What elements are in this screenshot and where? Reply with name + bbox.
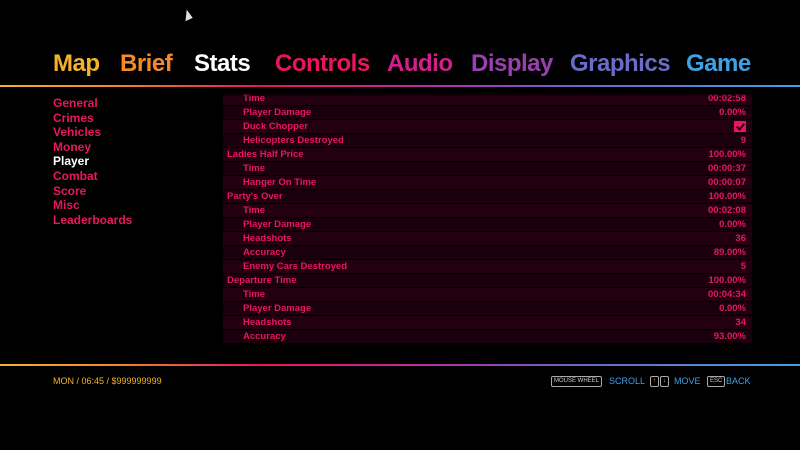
top-divider <box>0 85 800 87</box>
stat-row[interactable]: Headshots 34 <box>223 316 752 329</box>
stat-row[interactable]: Time 00:00:37 <box>223 162 752 175</box>
arrow-down-key: ↓ <box>660 376 669 387</box>
stat-label: Ladies Half Price <box>227 149 304 160</box>
sidebar-item-money[interactable]: Money <box>53 140 132 155</box>
tab-display[interactable]: Display <box>471 50 553 78</box>
mission-row[interactable]: Departure Time 100.00% <box>223 274 752 287</box>
stat-row[interactable]: Headshots 36 <box>223 232 752 245</box>
tab-audio[interactable]: Audio <box>387 50 453 78</box>
menu-tabs: Map Brief Stats Controls Audio Display Graphic… <box>0 50 800 84</box>
mouse-cursor-icon <box>181 8 193 22</box>
stat-label: Player Damage <box>243 219 312 230</box>
stat-row[interactable]: Player Damage 0.00% <box>223 218 752 231</box>
stat-label: Accuracy <box>243 331 286 342</box>
stat-row[interactable]: Player Damage 0.00% <box>223 106 752 119</box>
mouse-wheel-key: MOUSE WHEEL <box>551 376 603 387</box>
stat-label: Departure Time <box>227 275 297 286</box>
mission-row[interactable]: Ladies Half Price 100.00% <box>223 148 752 161</box>
stat-value: 00:00:37 <box>707 163 746 174</box>
stat-row[interactable]: Player Damage 0.00% <box>223 302 752 315</box>
stat-value: 0.00% <box>719 303 746 314</box>
stat-row[interactable]: Enemy Cars Destroyed 5 <box>223 260 752 273</box>
stat-row[interactable]: Accuracy 89.00% <box>223 246 752 259</box>
stat-row[interactable]: Time 00:02:08 <box>223 204 752 217</box>
game-status: MON / 06:45 / $999999999 <box>53 376 162 386</box>
stat-row[interactable]: Helicopters Destroyed 9 <box>223 134 752 147</box>
scroll-hint[interactable]: SCROLL <box>609 376 645 386</box>
stats-sidebar: General Crimes Vehicles Money Player Combat Sc… <box>53 96 132 227</box>
tab-map[interactable]: Map <box>53 50 100 78</box>
stat-label: Duck Chopper <box>243 121 308 132</box>
stat-label: Accuracy <box>243 247 286 258</box>
sidebar-item-combat[interactable]: Combat <box>53 169 132 184</box>
tab-controls[interactable]: Controls <box>275 50 370 78</box>
stat-label: Time <box>243 205 266 216</box>
stat-value: 100.00% <box>708 149 746 160</box>
stat-label: Headshots <box>243 233 292 244</box>
stat-row[interactable]: Time 00:04:34 <box>223 288 752 301</box>
tab-stats[interactable]: Stats <box>194 50 251 78</box>
stat-value: 89.00% <box>713 247 746 258</box>
stat-value: 0.00% <box>719 107 746 118</box>
arrow-up-key: ↑ <box>650 376 659 387</box>
stat-value: 100.00% <box>708 275 746 286</box>
sidebar-item-general[interactable]: General <box>53 96 132 111</box>
tab-game[interactable]: Game <box>686 50 751 78</box>
bottom-divider <box>0 364 800 366</box>
checkmark-icon <box>734 121 746 132</box>
stat-label: Time <box>243 163 266 174</box>
stat-label: Time <box>243 289 266 300</box>
sidebar-item-vehicles[interactable]: Vehicles <box>53 125 132 140</box>
stat-value: 36 <box>735 233 746 244</box>
stat-value: 9 <box>740 135 746 146</box>
sidebar-item-crimes[interactable]: Crimes <box>53 111 132 126</box>
stat-label: Player Damage <box>243 107 312 118</box>
tab-graphics[interactable]: Graphics <box>570 50 671 78</box>
stat-label: Headshots <box>243 317 292 328</box>
stat-value: 00:02:08 <box>707 205 746 216</box>
move-hint[interactable]: MOVE <box>674 376 701 386</box>
stat-value: 00:00:07 <box>707 177 746 188</box>
sidebar-item-misc[interactable]: Misc <box>53 198 132 213</box>
stat-label: Player Damage <box>243 303 312 314</box>
stat-value: 93.00% <box>713 331 746 342</box>
sidebar-item-leaderboards[interactable]: Leaderboards <box>53 213 132 228</box>
sidebar-item-player[interactable]: Player <box>53 154 132 169</box>
stat-label: Enemy Cars Destroyed <box>243 261 348 272</box>
mission-row[interactable]: Party's Over 100.00% <box>223 190 752 203</box>
stat-row[interactable]: Accuracy 93.00% <box>223 330 752 343</box>
sidebar-item-score[interactable]: Score <box>53 184 132 199</box>
stats-list[interactable]: Time 00:02:58 Player Damage 0.00% Duck Chopp… <box>223 92 752 344</box>
stat-value: 0.00% <box>719 219 746 230</box>
stat-row[interactable]: Duck Chopper <box>223 120 752 133</box>
list-top-fade <box>223 92 752 97</box>
stat-value: 5 <box>740 261 746 272</box>
stat-label: Helicopters Destroyed <box>243 135 344 146</box>
tab-brief[interactable]: Brief <box>120 50 173 78</box>
stat-value: 34 <box>735 317 746 328</box>
stat-label: Party's Over <box>227 191 283 202</box>
stat-label: Hanger On Time <box>243 177 317 188</box>
back-button[interactable]: BACK <box>726 376 751 386</box>
esc-key: ESC <box>707 376 726 387</box>
stat-value: 00:04:34 <box>707 289 746 300</box>
stat-value: 100.00% <box>708 191 746 202</box>
stat-row[interactable]: Hanger On Time 00:00:07 <box>223 176 752 189</box>
